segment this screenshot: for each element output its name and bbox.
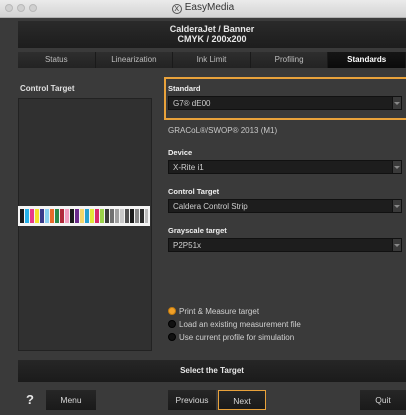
device-section: Device X-Rite i1 [168, 148, 406, 174]
chevron-down-icon[interactable] [392, 161, 401, 173]
window-titlebar: X EasyMedia [0, 0, 406, 18]
printer-header: CalderaJet / Banner CMYK / 200x200 [18, 21, 406, 48]
grayscale-value: P2P51x [173, 241, 202, 250]
tab-bar: Status Linearization Ink Limit Profiling… [18, 52, 406, 68]
control-target-heading: Control Target [20, 84, 75, 93]
select-target-bar: Select the Target [18, 360, 406, 382]
next-button[interactable]: Next [218, 390, 266, 410]
printer-mode: CMYK / 200x200 [177, 34, 247, 44]
option-label: Print & Measure target [179, 307, 260, 316]
menu-button[interactable]: Menu [46, 390, 96, 410]
standard-value: G7® dE00 [173, 99, 211, 108]
radio-selected-icon[interactable] [168, 307, 176, 315]
tab-ink-limit[interactable]: Ink Limit [173, 52, 251, 68]
chevron-down-icon[interactable] [392, 97, 401, 109]
standard-label: Standard [168, 84, 201, 93]
quit-button[interactable]: Quit [360, 390, 406, 410]
tab-status[interactable]: Status [18, 52, 96, 68]
radio-unselected-icon[interactable] [168, 333, 176, 341]
option-label: Load an existing measurement file [179, 320, 301, 329]
device-value: X-Rite i1 [173, 163, 204, 172]
standard-section: Standard G7® dE00 [168, 84, 406, 110]
device-label: Device [168, 148, 193, 157]
chevron-down-icon[interactable] [392, 239, 401, 251]
option-label: Use current profile for simulation [179, 333, 295, 342]
device-select[interactable]: X-Rite i1 [168, 160, 402, 174]
previous-button[interactable]: Previous [168, 390, 216, 410]
easymedia-logo-icon: X [171, 4, 182, 14]
chevron-down-icon[interactable] [392, 200, 401, 212]
printer-name: CalderaJet / Banner [169, 24, 255, 34]
standard-subtext: GRACoL®/SWOP® 2013 (M1) [168, 126, 278, 135]
grayscale-label: Grayscale target [168, 226, 227, 235]
tab-linearization[interactable]: Linearization [95, 52, 174, 68]
grayscale-section: Grayscale target P2P51x [168, 226, 406, 252]
standard-select[interactable]: G7® dE00 [168, 96, 402, 110]
control-target-section: Control Target Caldera Control Strip [168, 187, 406, 213]
radio-unselected-icon[interactable] [168, 320, 176, 328]
option-use-profile[interactable]: Use current profile for simulation [168, 331, 406, 344]
tab-standards[interactable]: Standards [328, 52, 406, 68]
question-mark-icon[interactable]: ? [26, 392, 34, 407]
target-options: Print & Measure target Load an existing … [168, 305, 406, 344]
control-target-value: Caldera Control Strip [173, 202, 248, 211]
window-title-area: X EasyMedia [0, 2, 406, 14]
window-title: EasyMedia [184, 2, 235, 13]
option-load-measurement[interactable]: Load an existing measurement file [168, 318, 406, 331]
control-target-label: Control Target [168, 187, 220, 196]
control-strip-image [18, 206, 150, 226]
option-print-measure[interactable]: Print & Measure target [168, 305, 406, 318]
tab-profiling[interactable]: Profiling [250, 52, 329, 68]
grayscale-select[interactable]: P2P51x [168, 238, 402, 252]
control-target-select[interactable]: Caldera Control Strip [168, 199, 402, 213]
